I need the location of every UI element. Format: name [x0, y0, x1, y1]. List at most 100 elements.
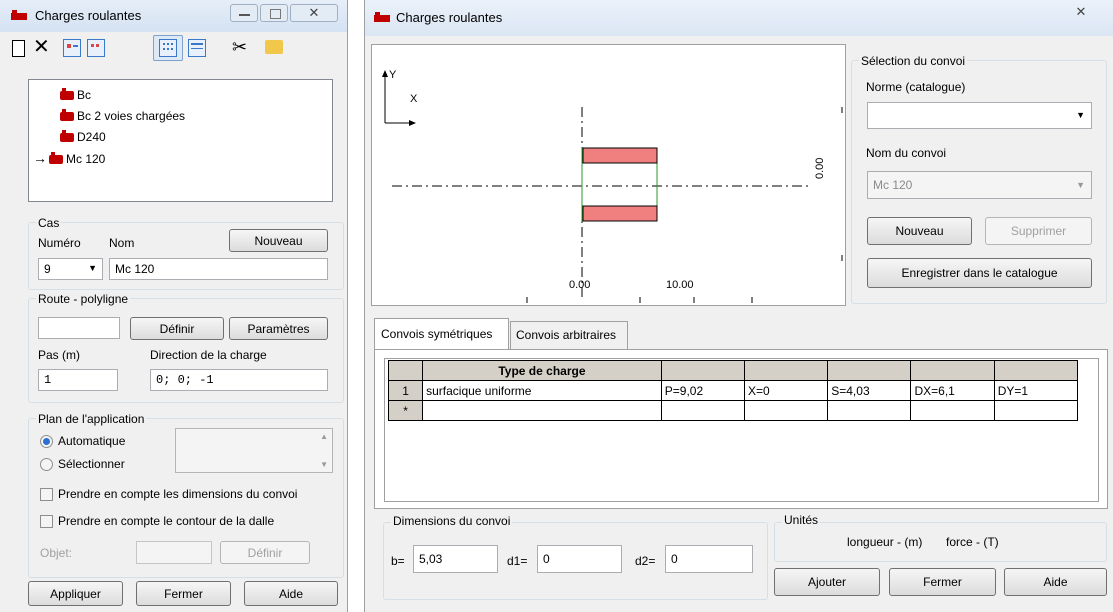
- tree-item-mc120[interactable]: → Mc 120: [33, 150, 105, 166]
- scroll-down-icon[interactable]: ▼: [320, 460, 328, 469]
- route-input[interactable]: [38, 317, 120, 339]
- objet-input[interactable]: [136, 541, 212, 564]
- nom-label: Nom: [109, 236, 135, 250]
- cell-dy[interactable]: [993, 400, 1079, 421]
- header-col-p: [660, 360, 746, 381]
- cell-s[interactable]: [827, 400, 912, 421]
- right-window: Charges roulantes ✕ Y X 0.00 10.00 0.00: [364, 0, 1113, 612]
- cas-nom-input[interactable]: Mc 120: [109, 258, 328, 280]
- right-aide-button[interactable]: Aide: [1004, 568, 1107, 596]
- table-header-row: Type de charge: [387, 360, 1079, 381]
- route-group-title: Route - polyligne: [36, 292, 131, 306]
- small-icons-view-icon[interactable]: [87, 39, 105, 57]
- load-rect-top: [582, 147, 658, 164]
- label-zero: 0.00: [569, 279, 591, 291]
- close-button[interactable]: ✕: [290, 4, 338, 22]
- contour-dalle-checkbox[interactable]: [40, 515, 53, 528]
- cell-dy[interactable]: DY=1: [993, 380, 1079, 401]
- convoy-icon: [60, 109, 74, 121]
- cell-type[interactable]: surfacique uniforme: [422, 380, 662, 401]
- cut-icon[interactable]: ✂: [232, 37, 247, 57]
- selection-nouveau-button[interactable]: Nouveau: [867, 217, 972, 245]
- direction-input[interactable]: 0; 0; -1: [150, 369, 328, 391]
- left-fermer-button[interactable]: Fermer: [136, 581, 231, 606]
- norme-select[interactable]: ▼: [867, 102, 1092, 129]
- row-number: 1: [387, 380, 424, 401]
- plan-selection-list[interactable]: ▲ ▼: [175, 428, 333, 473]
- right-fermer-button[interactable]: Fermer: [889, 568, 996, 596]
- ajouter-button[interactable]: Ajouter: [774, 568, 880, 596]
- objet-label: Objet:: [40, 546, 73, 560]
- cell-type[interactable]: [422, 400, 662, 421]
- cell-dx[interactable]: [910, 400, 995, 421]
- minimize-button[interactable]: [230, 4, 258, 22]
- scroll-up-icon[interactable]: ▲: [320, 432, 328, 441]
- supprimer-button[interactable]: Supprimer: [985, 217, 1092, 245]
- left-window-title: Charges roulantes: [35, 8, 142, 23]
- x-arrow-head: [409, 120, 416, 126]
- tree-item-d240[interactable]: D240: [60, 130, 106, 144]
- app-icon: [374, 12, 390, 24]
- cell-p[interactable]: P=9,02: [660, 380, 746, 401]
- left-window: Charges roulantes ✕ ✕ ✂ Bc Bc 2 voies ch…: [0, 0, 348, 612]
- d2-input[interactable]: 0: [665, 545, 753, 573]
- cell-x[interactable]: [744, 400, 829, 421]
- norme-label: Norme (catalogue): [866, 80, 966, 94]
- load-rect-bottom: [582, 205, 658, 222]
- dimensions-group-title: Dimensions du convoi: [391, 514, 513, 528]
- plan-definir-button[interactable]: Définir: [220, 541, 310, 564]
- b-input[interactable]: 5,03: [413, 545, 498, 573]
- enregistrer-button[interactable]: Enregistrer dans le catalogue: [867, 258, 1092, 288]
- header-col-dx: [910, 360, 995, 381]
- delete-icon[interactable]: ✕: [33, 37, 50, 57]
- header-type-de-charge: Type de charge: [422, 360, 662, 381]
- cell-dx[interactable]: DX=6,1: [910, 380, 995, 401]
- nom-convoi-label: Nom du convoi: [866, 146, 947, 160]
- unit-longueur: longueur - (m): [847, 535, 923, 549]
- direction-label: Direction de la charge: [150, 348, 267, 362]
- automatique-radio[interactable]: [40, 435, 53, 448]
- d2-label: d2=: [635, 554, 656, 568]
- b-label: b=: [391, 554, 405, 568]
- right-close-button[interactable]: ✕: [1057, 3, 1105, 23]
- selectionner-radio[interactable]: [40, 458, 53, 471]
- y-arrow-head: [382, 70, 388, 77]
- nom-convoi-select[interactable]: Mc 120 ▼: [867, 171, 1092, 199]
- left-aide-button[interactable]: Aide: [244, 581, 338, 606]
- convoy-icon: [60, 130, 74, 142]
- cell-p[interactable]: [660, 400, 746, 421]
- cell-s[interactable]: S=4,03: [827, 380, 912, 401]
- numero-select[interactable]: 9 ▼: [38, 258, 103, 280]
- convoy-tree[interactable]: Bc Bc 2 voies chargées D240 → Mc 120: [28, 79, 333, 202]
- corner-cell: [387, 360, 424, 381]
- route-definir-button[interactable]: Définir: [130, 317, 224, 340]
- maximize-button[interactable]: [260, 4, 288, 22]
- pas-input[interactable]: 1: [38, 369, 118, 391]
- cell-x[interactable]: X=0: [744, 380, 829, 401]
- new-document-icon[interactable]: [12, 40, 25, 57]
- parametres-button[interactable]: Paramètres: [229, 317, 328, 340]
- large-icons-view-icon[interactable]: [63, 39, 81, 57]
- dropdown-arrow-icon: ▼: [1076, 110, 1085, 120]
- app-icon: [11, 10, 27, 22]
- minimize-icon: [239, 14, 250, 16]
- dimensions-convoi-checkbox[interactable]: [40, 488, 53, 501]
- d1-input[interactable]: 0: [537, 545, 622, 573]
- numero-label: Numéro: [38, 236, 81, 250]
- open-folder-icon[interactable]: [265, 40, 283, 54]
- unites-group-title: Unités: [782, 513, 821, 527]
- preview-drawing: [382, 70, 843, 303]
- label-ten: 10.00: [666, 279, 694, 291]
- table-row[interactable]: 1 surfacique uniforme P=9,02 X=0 S=4,03 …: [387, 380, 1079, 401]
- tree-item-bc[interactable]: Bc: [60, 88, 91, 102]
- tab-convois-arbitraires[interactable]: Convois arbitraires: [510, 321, 628, 349]
- list-view-icon[interactable]: [159, 39, 177, 57]
- table-row[interactable]: *: [387, 400, 1079, 421]
- close-icon: ✕: [308, 5, 320, 20]
- details-view-icon[interactable]: [188, 39, 206, 57]
- appliquer-button[interactable]: Appliquer: [28, 581, 123, 606]
- tree-item-bc-2-voies[interactable]: Bc 2 voies chargées: [60, 109, 185, 123]
- tab-convois-symetriques[interactable]: Convois symétriques: [374, 318, 509, 350]
- row-number: *: [387, 400, 424, 421]
- cas-nouveau-button[interactable]: Nouveau: [229, 229, 328, 252]
